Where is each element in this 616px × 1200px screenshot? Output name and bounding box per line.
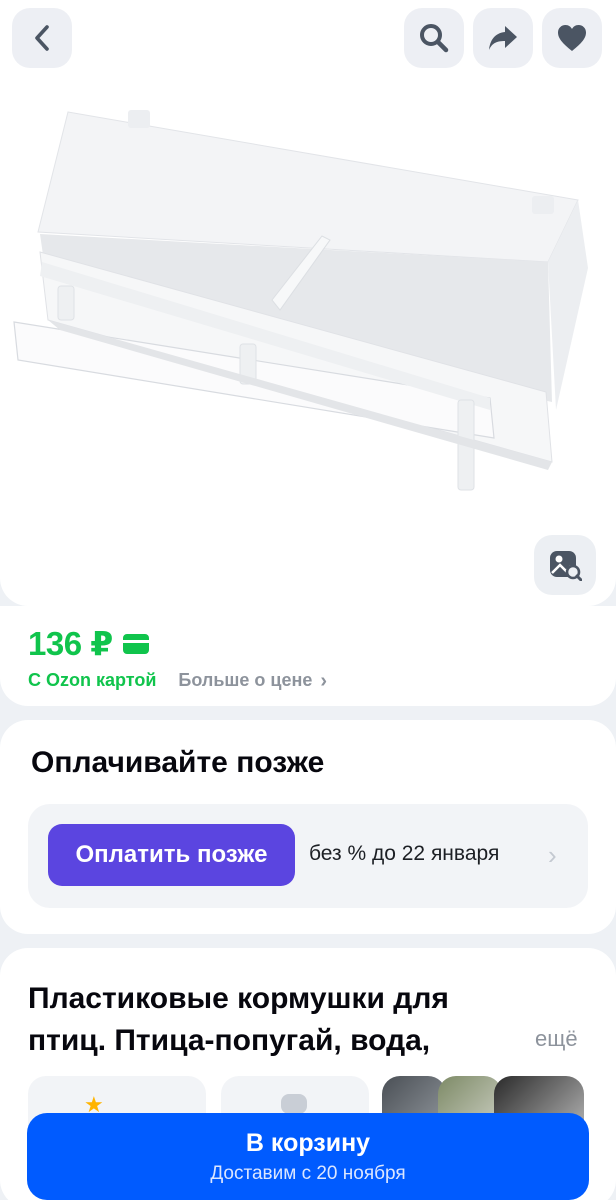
expand-title-link[interactable]: ещё	[535, 1026, 578, 1052]
product-image[interactable]	[0, 90, 616, 510]
chevron-right-icon: ›	[548, 840, 557, 870]
delivery-date-label: Доставим с 20 ноября	[210, 1163, 406, 1184]
product-page: 136 ₽ С Ozon картой Больше о цене › Опла…	[0, 0, 616, 1200]
product-title: Пластиковые кормушки для птиц. Птица-поп…	[28, 982, 449, 1057]
ozon-card-label: С Ozon картой	[28, 670, 157, 690]
chevron-left-icon	[35, 25, 49, 51]
pay-later-button[interactable]: Оплатить позже	[48, 824, 295, 886]
more-price-link[interactable]: Больше о цене ›	[178, 670, 327, 691]
chevron-right-icon: ›	[320, 669, 328, 692]
add-to-cart-label: В корзину	[245, 1129, 371, 1157]
heart-icon	[558, 25, 586, 51]
pay-later-terms: без % до 22 января	[309, 842, 500, 865]
pay-later-title: Оплачивайте позже	[31, 746, 325, 779]
price-block: 136 ₽ С Ozon картой Больше о цене ›	[0, 606, 616, 706]
price-value: 136 ₽	[28, 625, 113, 662]
visual-search-button[interactable]	[534, 535, 596, 595]
search-button[interactable]	[404, 8, 464, 68]
more-price-label: Больше о цене	[178, 670, 313, 690]
price-details: С Ozon картой Больше о цене ›	[28, 670, 327, 691]
ozon-card-icon	[122, 633, 149, 654]
image-search-icon	[550, 551, 582, 581]
product-gallery[interactable]	[0, 0, 616, 606]
search-icon	[420, 24, 449, 53]
add-to-cart-button[interactable]: В корзину Доставим с 20 ноября	[27, 1113, 589, 1200]
share-arrow-icon	[489, 26, 517, 50]
favorite-button[interactable]	[542, 8, 602, 68]
pay-later-offer[interactable]: Оплатить позже без % до 22 января ›	[28, 804, 588, 908]
share-button[interactable]	[473, 8, 533, 68]
pay-later-card: Оплачивайте позже Оплатить позже без % д…	[0, 720, 616, 934]
price-row: 136 ₽	[28, 624, 149, 663]
back-button[interactable]	[12, 8, 72, 68]
comment-icon	[281, 1094, 307, 1114]
